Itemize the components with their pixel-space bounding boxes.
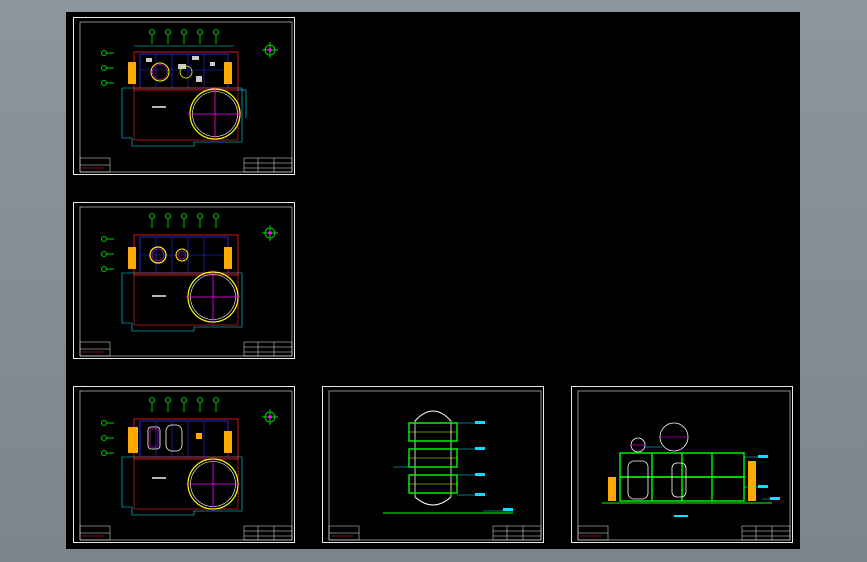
drawing-sheet-plan-2[interactable] xyxy=(73,202,295,359)
cad-model-space[interactable] xyxy=(66,12,800,549)
plan-drawing-3 xyxy=(79,390,293,541)
drawing-sheet-plan-1[interactable] xyxy=(73,17,295,175)
elevation-drawing-1 xyxy=(328,390,542,541)
plan-drawing-1 xyxy=(79,21,293,173)
drawing-sheet-plan-3[interactable] xyxy=(73,386,295,543)
elevation-drawing-2 xyxy=(577,390,791,541)
plan-drawing-2 xyxy=(79,206,293,357)
drawing-sheet-elevation-1[interactable] xyxy=(322,386,544,543)
drawing-sheet-elevation-2[interactable] xyxy=(571,386,793,543)
